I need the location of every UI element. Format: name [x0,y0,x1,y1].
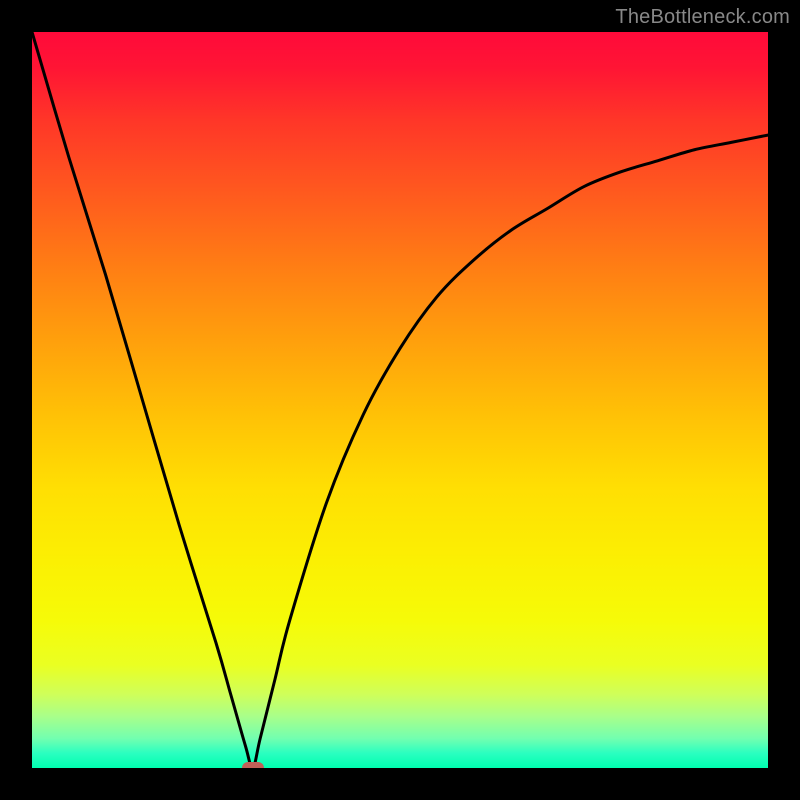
optimum-marker [242,762,264,768]
watermark-text: TheBottleneck.com [615,6,790,29]
chart-frame: TheBottleneck.com [0,0,800,800]
bottleneck-curve [32,32,768,768]
plot-area [32,32,768,768]
